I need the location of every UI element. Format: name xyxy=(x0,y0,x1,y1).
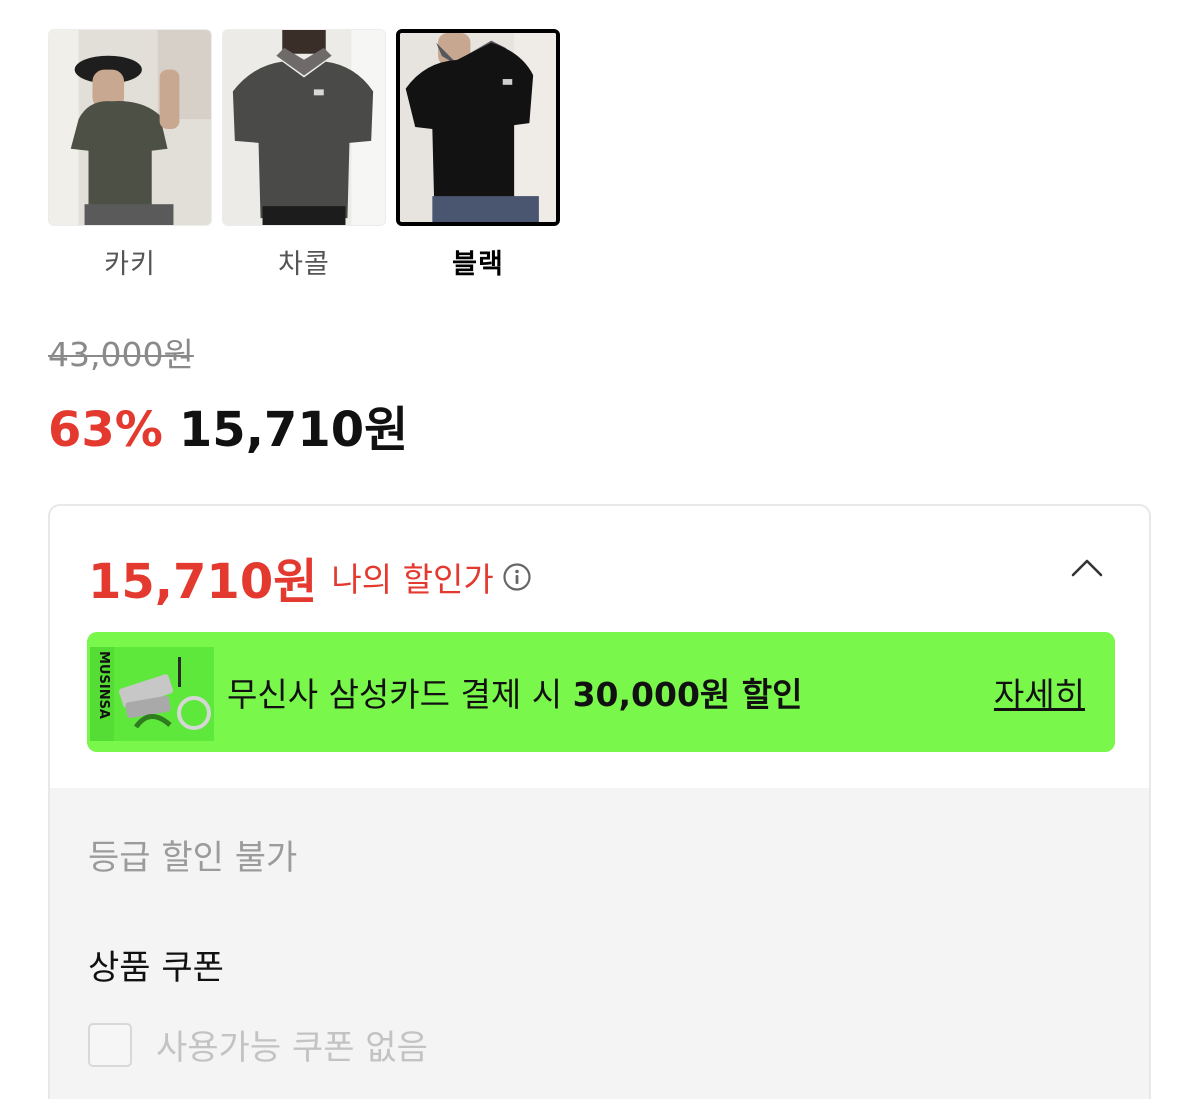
musinsa-card-image: MUSINSA xyxy=(90,647,214,741)
color-options: 카키 차콜 블랙 xyxy=(48,29,570,281)
color-label: 차콜 xyxy=(278,249,330,280)
card-promo-detail-link[interactable]: 자세히 xyxy=(994,668,1085,716)
card-promo-text: 무신사 삼성카드 결제 시 30,000원 할인 xyxy=(227,668,803,716)
chevron-up-icon[interactable] xyxy=(1067,548,1107,588)
my-discount-price-row: 15,710원 나의 할인가 xyxy=(88,542,532,612)
my-discount-price: 15,710원 xyxy=(88,554,318,610)
original-price: 43,000원 xyxy=(48,335,194,374)
sale-price: 15,710원 xyxy=(178,402,409,458)
product-thumbnail[interactable] xyxy=(48,29,212,226)
color-label: 블랙 xyxy=(452,249,504,280)
discount-rate: 63% xyxy=(48,402,163,458)
color-option-black[interactable]: 블랙 xyxy=(396,29,560,281)
coupon-unavailable-text: 사용가능 쿠폰 없음 xyxy=(156,1028,428,1068)
card-brand-text: MUSINSA xyxy=(96,651,111,719)
discount-details: 등급 할인 불가 상품 쿠폰 사용가능 쿠폰 없음 xyxy=(50,788,1149,1099)
card-promo-prefix: 무신사 삼성카드 결제 시 xyxy=(227,675,563,714)
card-promo-amount: 30,000원 할인 xyxy=(572,675,803,714)
info-icon[interactable] xyxy=(502,562,532,592)
discount-benefit-panel: 15,710원 나의 할인가 MUSINSA 무신사 삼성카드 결제 시 30,… xyxy=(48,504,1151,1099)
color-option-charcoal[interactable]: 차콜 xyxy=(222,29,386,281)
color-label: 카키 xyxy=(104,249,156,280)
product-page: 카키 차콜 블랙 43,000원 63% 15,710원 15,710원 나의 … xyxy=(0,0,1200,1099)
product-coupon-title: 상품 쿠폰 xyxy=(88,948,224,988)
coupon-option-row: 사용가능 쿠폰 없음 xyxy=(88,1020,428,1069)
sale-price-row: 63% 15,710원 xyxy=(48,390,408,460)
card-promo-banner[interactable]: MUSINSA 무신사 삼성카드 결제 시 30,000원 할인 자세히 xyxy=(87,632,1115,752)
my-discount-price-label: 나의 할인가 xyxy=(331,560,494,599)
grade-discount-status: 등급 할인 불가 xyxy=(88,838,298,878)
product-thumbnail[interactable] xyxy=(396,29,560,226)
coupon-checkbox[interactable] xyxy=(88,1022,132,1067)
product-thumbnail[interactable] xyxy=(222,29,386,226)
color-option-khaki[interactable]: 카키 xyxy=(48,29,212,281)
